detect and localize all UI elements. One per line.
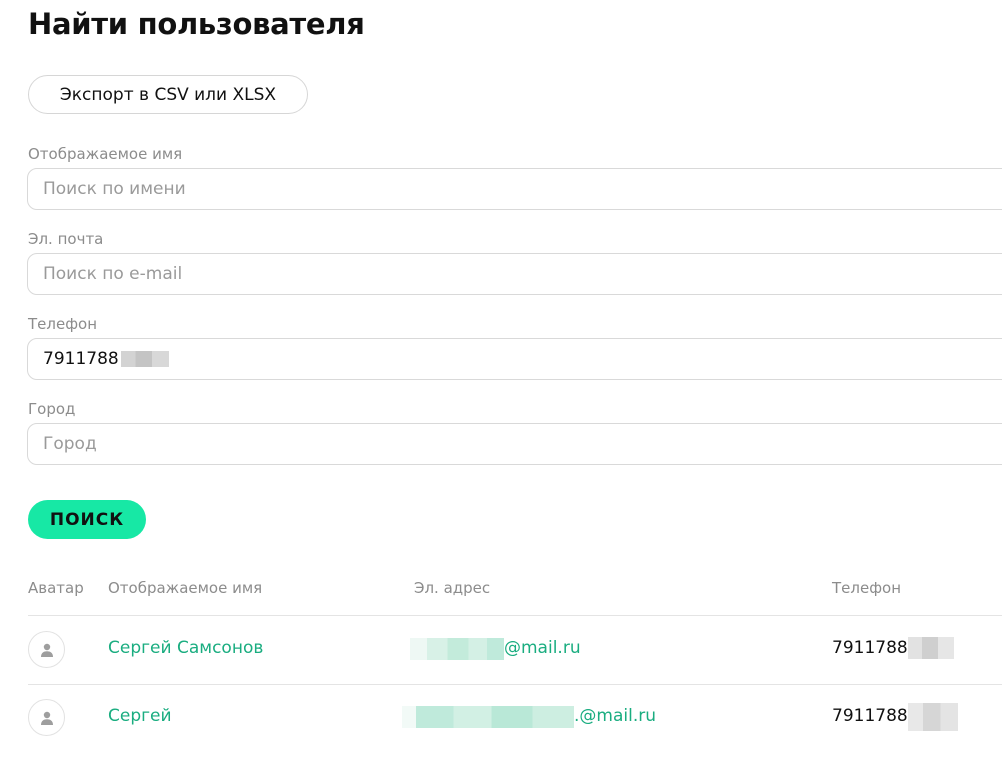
user-email: .@mail.ru [574, 706, 656, 726]
display-name-input[interactable] [27, 168, 1002, 210]
header-divider [28, 615, 1002, 616]
user-icon [40, 711, 53, 725]
avatar [28, 631, 65, 668]
column-header-display-name: Отображаемое имя [108, 579, 263, 597]
city-label: Город [28, 400, 76, 418]
column-header-email: Эл. адрес [414, 579, 491, 597]
phone-label: Телефон [28, 315, 98, 333]
row-divider [28, 684, 1002, 685]
user-phone: 7911788 [832, 638, 908, 658]
export-button[interactable]: Экспорт в CSV или XLSX [28, 75, 308, 114]
city-input[interactable] [27, 423, 1002, 465]
avatar [28, 699, 65, 736]
user-email: @mail.ru [504, 638, 581, 658]
email-label: Эл. почта [28, 230, 104, 248]
redacted-email-prefix [410, 638, 504, 660]
redacted-phone-digits [908, 703, 958, 731]
column-header-phone: Телефон [832, 579, 902, 597]
user-icon [40, 643, 53, 657]
search-button[interactable]: ПОИСК [28, 500, 146, 539]
redacted-email-prefix [402, 706, 574, 728]
user-name-link[interactable]: Сергей [108, 706, 172, 726]
find-user-page: Найти пользователя Экспорт в CSV или XLS… [0, 0, 1002, 758]
phone-input[interactable] [27, 338, 1002, 380]
user-name-link[interactable]: Сергей Самсонов [108, 638, 263, 658]
email-input[interactable] [27, 253, 1002, 295]
user-phone: 7911788 [832, 706, 908, 726]
page-title: Найти пользователя [28, 7, 365, 41]
redacted-phone-digits [121, 351, 169, 367]
redacted-phone-digits [908, 637, 954, 659]
display-name-label: Отображаемое имя [28, 145, 183, 163]
column-header-avatar: Аватар [28, 579, 84, 597]
